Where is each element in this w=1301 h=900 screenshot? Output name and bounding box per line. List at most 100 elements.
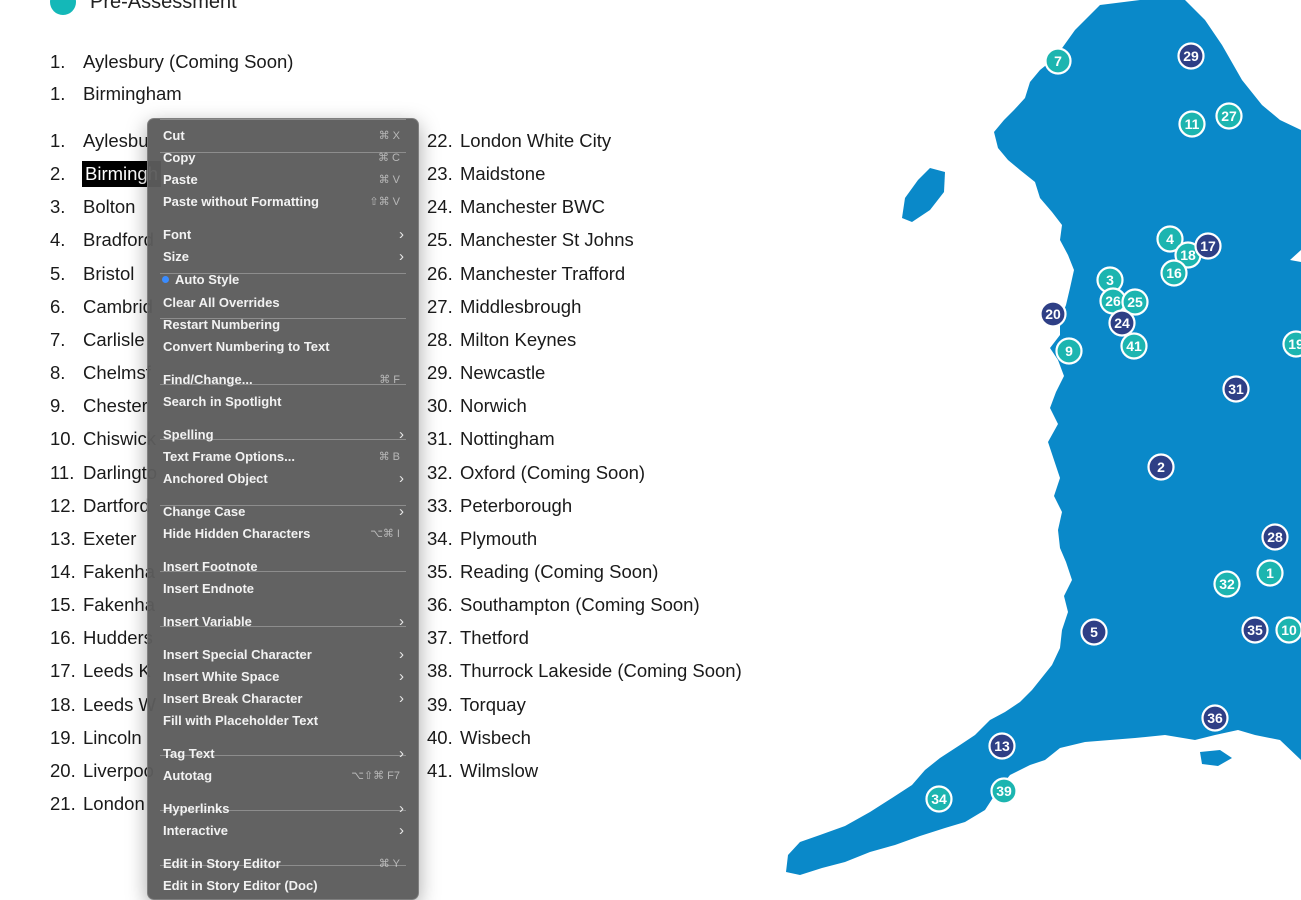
menu-item-anchored-object[interactable]: Anchored Object› (148, 468, 418, 490)
map-pin[interactable]: 9 (1057, 339, 1082, 364)
list-text[interactable]: Bradford (83, 228, 154, 252)
menu-item-clear-all-overrides[interactable]: Clear All Overrides (148, 292, 418, 314)
menu-item-cut[interactable]: Cut⌘ X (148, 125, 418, 147)
list-text[interactable]: Bolton (83, 195, 135, 219)
list-text[interactable]: Newcastle (460, 361, 545, 385)
map-pin-label: 13 (994, 738, 1010, 754)
menu-item-insert-footnote[interactable]: Insert Footnote (148, 556, 418, 578)
map-pin[interactable]: 19 (1284, 332, 1301, 357)
map-pin[interactable]: 17 (1196, 234, 1221, 259)
list-text[interactable]: Bristol (83, 262, 134, 286)
list-text[interactable]: Aylesbury (Coming Soon) (83, 50, 293, 74)
list-text[interactable]: Liverpoo (83, 759, 154, 783)
map-pin[interactable]: 35 (1243, 618, 1268, 643)
list-text[interactable]: Reading (Coming Soon) (460, 560, 658, 584)
list-text[interactable]: Milton Keynes (460, 328, 576, 352)
map-pin[interactable]: 41 (1122, 334, 1147, 359)
menu-item-search-in-spotlight[interactable]: Search in Spotlight (148, 391, 418, 413)
list-text[interactable]: Maidstone (460, 162, 545, 186)
list-text[interactable]: Chester (83, 394, 148, 418)
list-text[interactable]: Carlisle (83, 328, 145, 352)
menu-item-insert-endnote[interactable]: Insert Endnote (148, 578, 418, 600)
list-text[interactable]: Fakenha (83, 593, 155, 617)
list-text[interactable]: Southampton (Coming Soon) (460, 593, 700, 617)
list-text[interactable]: Leeds K (83, 659, 151, 683)
map-pin[interactable]: 39 (992, 779, 1017, 804)
map-pin[interactable]: 34 (927, 787, 952, 812)
list-text[interactable]: Exeter (83, 527, 136, 551)
list-text[interactable]: Torquay (460, 693, 526, 717)
menu-item-text-frame-options[interactable]: Text Frame Options...⌘ B (148, 446, 418, 468)
list-text[interactable]: Cambrid (83, 295, 153, 319)
map-pin[interactable]: 2 (1149, 455, 1174, 480)
list-number: 29. (427, 361, 461, 385)
list-text[interactable]: Dartford (83, 494, 150, 518)
map-pin[interactable]: 36 (1203, 706, 1228, 731)
menu-item-font[interactable]: Font› (148, 224, 418, 246)
list-text[interactable]: Norwich (460, 394, 527, 418)
menu-item-edit-in-story-editor-doc[interactable]: Edit in Story Editor (Doc) (148, 875, 418, 897)
list-text[interactable]: Nottingham (460, 427, 555, 451)
map-pin[interactable]: 31 (1224, 377, 1249, 402)
map-pin[interactable]: 10 (1277, 618, 1301, 643)
map-pin[interactable]: 27 (1217, 104, 1242, 129)
map-pin[interactable]: 28 (1263, 525, 1288, 550)
list-text[interactable]: Middlesbrough (460, 295, 581, 319)
map-pin-label: 32 (1219, 576, 1235, 592)
list-text[interactable]: Leeds W (83, 693, 156, 717)
map-pin[interactable]: 32 (1215, 572, 1240, 597)
list-text[interactable]: Hudders (83, 626, 153, 650)
list-text[interactable]: London White City (460, 129, 611, 153)
menu-item-edit-in-story-editor[interactable]: Edit in Story Editor⌘ Y (148, 853, 418, 875)
list-number: 39. (427, 693, 461, 717)
list-text[interactable]: Thetford (460, 626, 529, 650)
menu-item-label: Auto Style (175, 272, 239, 287)
menu-item-size[interactable]: Size› (148, 246, 418, 268)
list-text[interactable]: Chiswick (83, 427, 156, 451)
list-text[interactable]: Aylesbu (83, 129, 148, 153)
list-text[interactable]: Lincoln (83, 726, 142, 750)
list-text[interactable]: Manchester BWC (460, 195, 605, 219)
list-text[interactable]: Birmingham (83, 82, 182, 106)
list-text[interactable]: Oxford (Coming Soon) (460, 461, 645, 485)
menu-item-fill-with-placeholder-text[interactable]: Fill with Placeholder Text (148, 710, 418, 732)
menu-item-insert-break-character[interactable]: Insert Break Character› (148, 688, 418, 710)
menu-item-spelling[interactable]: Spelling› (148, 424, 418, 446)
map-pin[interactable]: 20 (1041, 302, 1066, 327)
map-pin[interactable]: 24 (1110, 311, 1135, 336)
menu-item-hide-hidden-characters[interactable]: Hide Hidden Characters⌥⌘ I (148, 523, 418, 545)
context-menu[interactable]: Cut⌘ XCopy⌘ CPaste⌘ VPaste without Forma… (147, 118, 419, 900)
list-text[interactable]: Chelmsf (83, 361, 151, 385)
list-text[interactable]: Manchester St Johns (460, 228, 634, 252)
map-pin[interactable]: 1 (1258, 561, 1283, 586)
map-pin[interactable]: 11 (1180, 112, 1205, 137)
menu-item-interactive[interactable]: Interactive› (148, 820, 418, 842)
map-pin[interactable]: 13 (990, 734, 1015, 759)
list-text[interactable]: Plymouth (460, 527, 537, 551)
menu-item-copy[interactable]: Copy⌘ C (148, 147, 418, 169)
menu-item-insert-variable[interactable]: Insert Variable› (148, 611, 418, 633)
map-pin[interactable]: 7 (1046, 49, 1071, 74)
list-text[interactable]: Fakenha (83, 560, 155, 584)
menu-item-convert-numbering-to-text[interactable]: Convert Numbering to Text (148, 336, 418, 358)
menu-item-paste[interactable]: Paste⌘ V (148, 169, 418, 191)
menu-item-find-change[interactable]: Find/Change...⌘ F (148, 369, 418, 391)
menu-item-label: Paste (163, 172, 198, 187)
menu-item-tag-text[interactable]: Tag Text› (148, 743, 418, 765)
list-text[interactable]: Peterborough (460, 494, 572, 518)
map-pin[interactable]: 16 (1162, 261, 1187, 286)
menu-item-insert-special-character[interactable]: Insert Special Character› (148, 644, 418, 666)
menu-item-insert-white-space[interactable]: Insert White Space› (148, 666, 418, 688)
map-pin[interactable]: 5 (1082, 620, 1107, 645)
map-pins: 7291127418171632625202441919312281323510… (927, 44, 1301, 812)
list-text[interactable]: London (83, 792, 145, 816)
menu-item-paste-without-formatting[interactable]: Paste without Formatting⇧⌘ V (148, 191, 418, 213)
list-text[interactable]: Thurrock Lakeside (Coming Soon) (460, 659, 742, 683)
list-text[interactable]: Manchester Trafford (460, 262, 625, 286)
list-text[interactable]: Darlingto (83, 461, 157, 485)
menu-item-hyperlinks[interactable]: Hyperlinks› (148, 798, 418, 820)
list-text[interactable]: Wilmslow (460, 759, 538, 783)
list-text[interactable]: Wisbech (460, 726, 531, 750)
menu-item-autotag[interactable]: Autotag⌥⇧⌘ F7 (148, 765, 418, 787)
map-pin[interactable]: 29 (1179, 44, 1204, 69)
